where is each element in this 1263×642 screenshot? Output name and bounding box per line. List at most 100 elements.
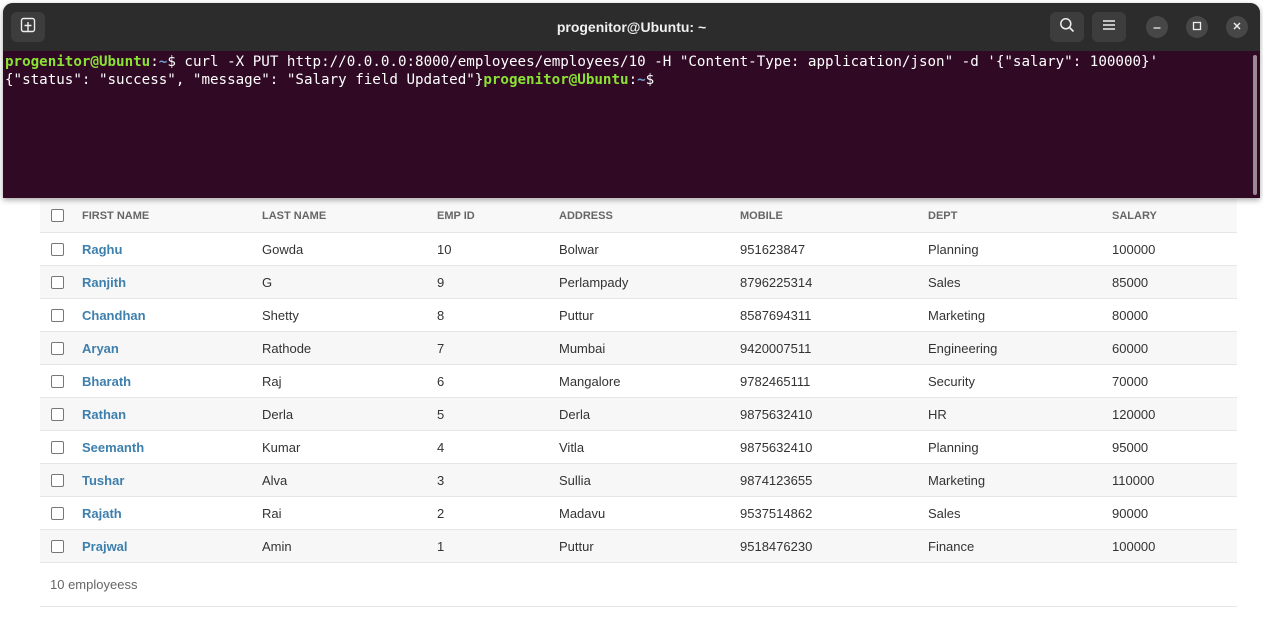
search-button[interactable] [1050,12,1084,42]
row-checkbox[interactable] [51,374,64,388]
prompt-separator: : [628,72,638,88]
table-row: Chandhan Shetty 8 Puttur 8587694311 Marketing… [40,298,1237,332]
header-dept[interactable]: DEPT [928,199,1112,233]
table-row: Bharath Raj 6 Mangalore 9782465111 Security 70… [40,364,1237,398]
employee-changelist: FIRST NAME LAST NAME EMP ID ADDRESS MOBI… [40,199,1237,607]
table-row: Prajwal Amin 1 Puttur 9518476230 Finance 10000… [40,529,1237,563]
cell-salary: 90000 [1112,496,1237,530]
row-checkbox[interactable] [51,242,64,256]
cell-first-name: Rajath [82,496,262,530]
cell-mobile: 9420007511 [740,331,928,365]
row-checkbox[interactable] [51,506,64,520]
menu-button[interactable] [1092,12,1126,42]
cell-first-name: Ranjith [82,265,262,299]
row-checkbox[interactable] [51,407,64,421]
cell-salary: 100000 [1112,529,1237,563]
cell-address: Puttur [559,298,740,332]
cell-first-name: Seemanth [82,430,262,464]
cell-address: Perlampady [559,265,740,299]
command-text: curl -X PUT http://0.0.0.0:8000/employee… [175,54,1159,70]
table-row: Raghu Gowda 10 Bolwar 951623847 Planning 10000… [40,232,1237,266]
cell-address: Sullia [559,463,740,497]
cell-mobile: 9782465111 [740,364,928,398]
cell-address: Mumbai [559,331,740,365]
header-last-name[interactable]: LAST NAME [262,199,437,233]
employee-link[interactable]: Aryan [82,341,119,356]
table-header-row: FIRST NAME LAST NAME EMP ID ADDRESS MOBI… [40,199,1237,233]
employee-link[interactable]: Prajwal [82,539,128,554]
row-checkbox[interactable] [51,539,64,553]
cell-dept: Engineering [928,331,1112,365]
cell-last-name: Gowda [262,232,437,266]
employee-link[interactable]: Rathan [82,407,126,422]
row-select-cell [40,265,82,299]
cell-last-name: Rathode [262,331,437,365]
prompt-separator: : [150,54,159,70]
header-first-name[interactable]: FIRST NAME [82,199,262,233]
cell-last-name: Alva [262,463,437,497]
cell-first-name: Prajwal [82,529,262,563]
row-checkbox[interactable] [51,341,64,355]
maximize-button[interactable] [1186,16,1208,38]
header-mobile[interactable]: MOBILE [740,199,928,233]
cell-last-name: Kumar [262,430,437,464]
employee-link[interactable]: Seemanth [82,440,144,455]
cell-address: Madavu [559,496,740,530]
row-select-cell [40,331,82,365]
header-address[interactable]: ADDRESS [559,199,740,233]
employee-link[interactable]: Bharath [82,374,131,389]
row-checkbox[interactable] [51,440,64,454]
employee-link[interactable]: Tushar [82,473,124,488]
header-emp-id[interactable]: EMP ID [437,199,559,233]
cell-emp-id: 6 [437,364,559,398]
row-select-cell [40,298,82,332]
row-select-cell [40,430,82,464]
cell-dept: Marketing [928,298,1112,332]
command-output: {"status": "success", "message": "Salary… [5,72,484,88]
cell-last-name: Shetty [262,298,437,332]
row-checkbox[interactable] [51,275,64,289]
cell-salary: 110000 [1112,463,1237,497]
employee-table-body: Raghu Gowda 10 Bolwar 951623847 Planning 10000… [40,232,1237,563]
row-checkbox[interactable] [51,308,64,322]
terminal-output[interactable]: progenitor@Ubuntu:~$ curl -X PUT http://… [5,53,1245,89]
cell-mobile: 9874123655 [740,463,928,497]
select-all-checkbox[interactable] [51,209,64,222]
cell-address: Puttur [559,529,740,563]
cell-dept: Finance [928,529,1112,563]
cell-first-name: Aryan [82,331,262,365]
terminal-titlebar[interactable]: progenitor@Ubuntu: ~ [3,3,1260,51]
row-select-cell [40,496,82,530]
minimize-button[interactable] [1146,16,1168,38]
cell-first-name: Chandhan [82,298,262,332]
row-checkbox[interactable] [51,473,64,487]
cell-mobile: 9875632410 [740,430,928,464]
cell-dept: Marketing [928,463,1112,497]
prompt-user: progenitor@Ubuntu [5,54,151,70]
select-all-header [40,199,82,233]
close-icon [1232,18,1242,36]
terminal-window[interactable]: progenitor@Ubuntu: ~ progenitor@Ubuntu:~… [3,3,1260,198]
cell-salary: 95000 [1112,430,1237,464]
employee-link[interactable]: Rajath [82,506,122,521]
search-icon [1059,17,1075,38]
table-row: Tushar Alva 3 Sullia 9874123655 Marketing 1100… [40,463,1237,497]
terminal-scrollbar[interactable] [1253,55,1257,195]
cell-last-name: G [262,265,437,299]
row-select-cell [40,397,82,431]
employee-link[interactable]: Chandhan [82,308,146,323]
cell-emp-id: 4 [437,430,559,464]
employee-link[interactable]: Raghu [82,242,122,257]
header-salary[interactable]: SALARY [1112,199,1237,233]
cell-dept: Sales [928,496,1112,530]
cell-mobile: 951623847 [740,232,928,266]
cell-salary: 60000 [1112,331,1237,365]
cell-mobile: 9518476230 [740,529,928,563]
close-button[interactable] [1226,16,1248,38]
employee-link[interactable]: Ranjith [82,275,126,290]
cell-emp-id: 1 [437,529,559,563]
minimize-icon [1152,18,1162,36]
cell-address: Derla [559,397,740,431]
cell-salary: 70000 [1112,364,1237,398]
table-row: Ranjith G 9 Perlampady 8796225314 Sales 85000 [40,265,1237,299]
